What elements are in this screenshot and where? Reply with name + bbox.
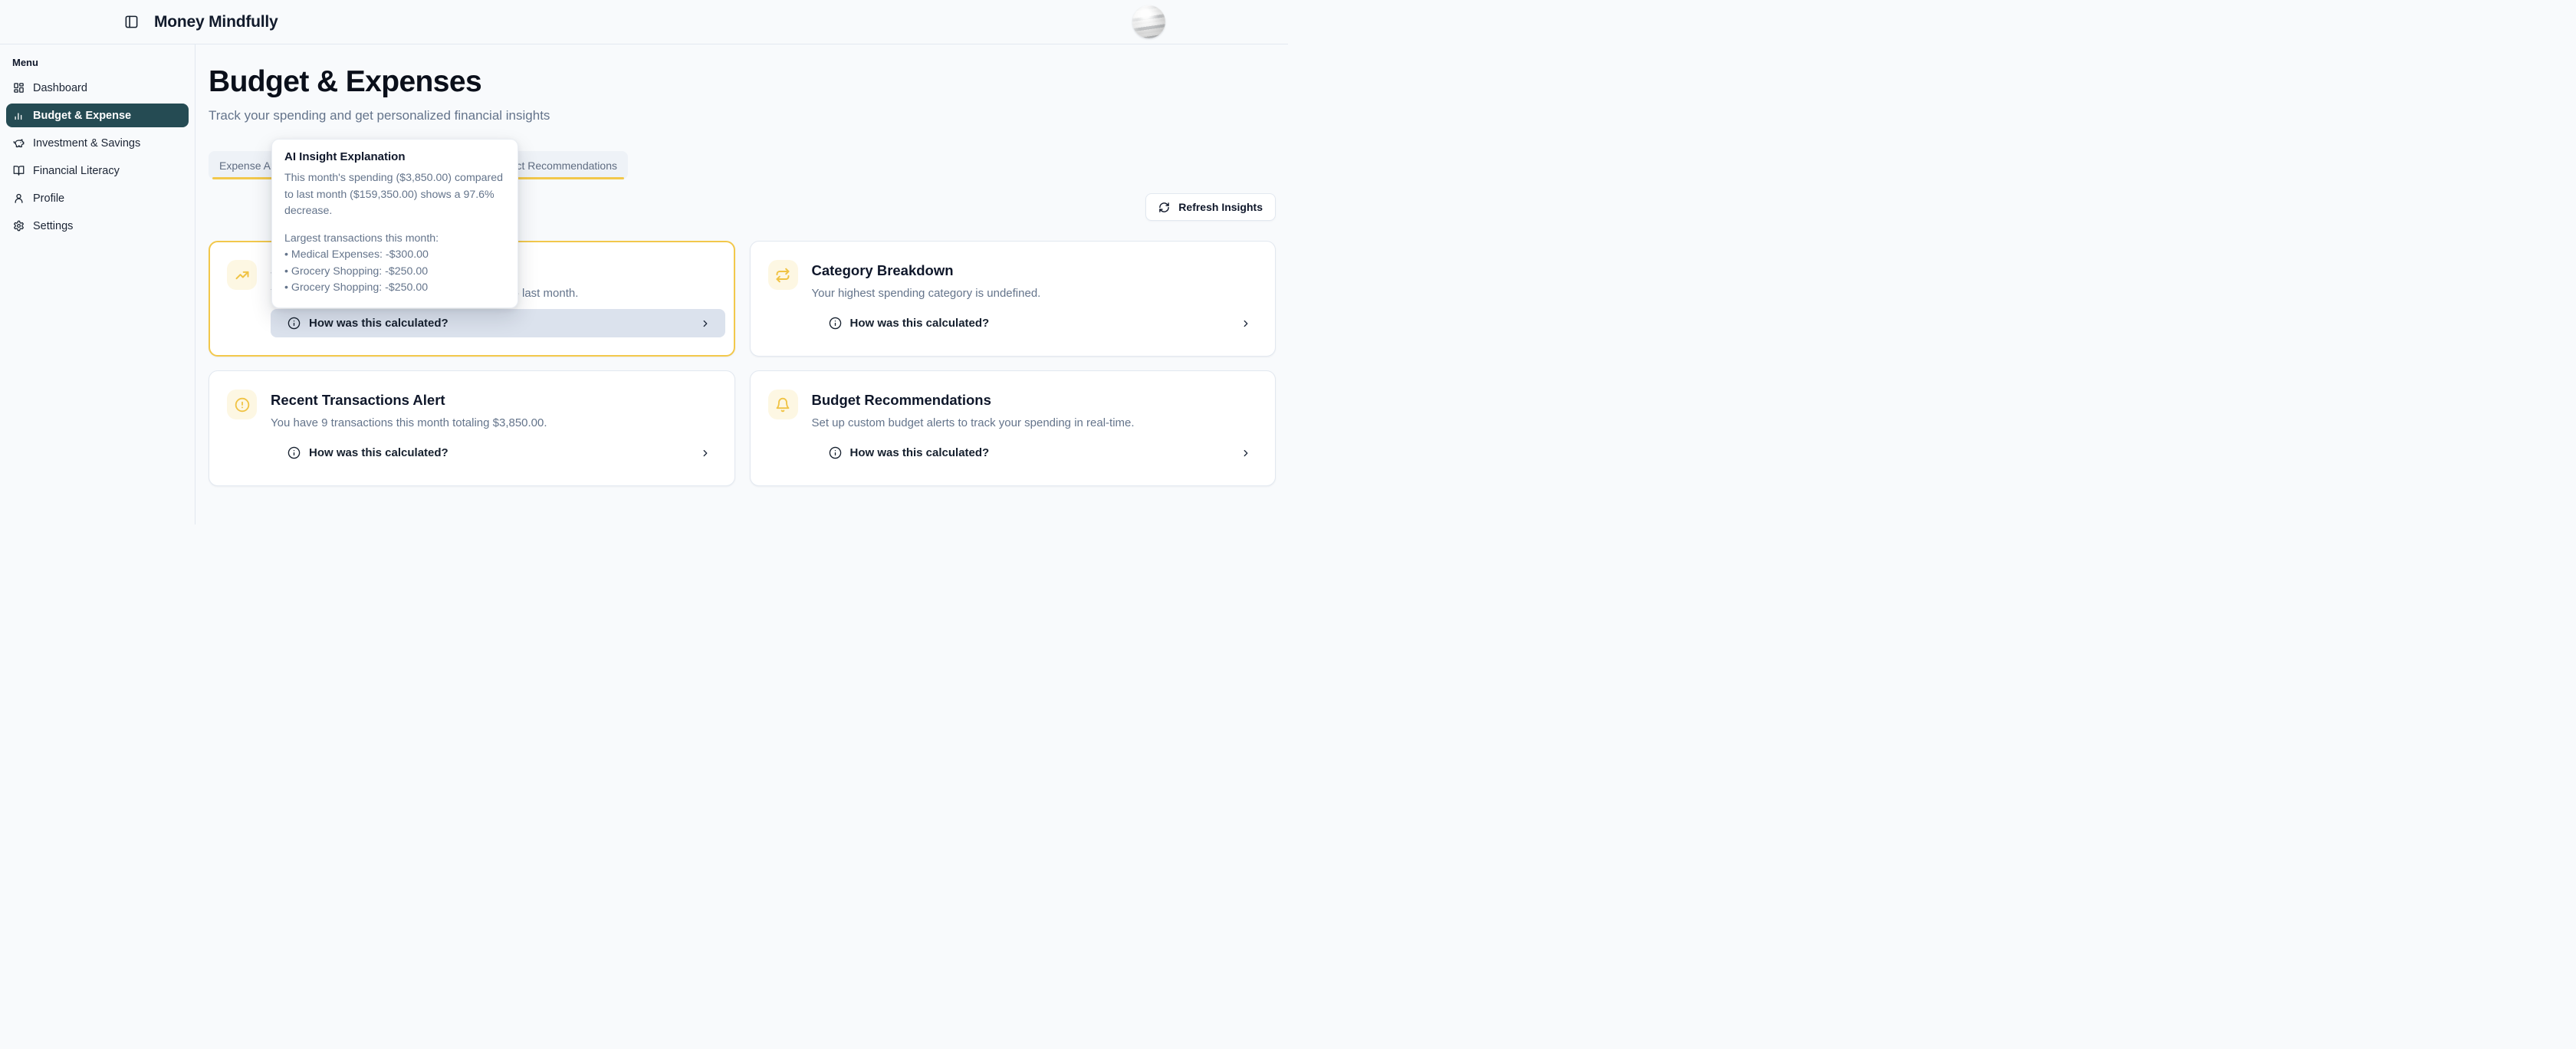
how-calculated-button[interactable]: How was this calculated?: [812, 309, 1267, 337]
sidebar-item-financial-literacy[interactable]: Financial Literacy: [6, 159, 189, 183]
refresh-icon: [1158, 202, 1170, 213]
trending-up-icon: [227, 260, 257, 290]
sidebar-item-settings[interactable]: Settings: [6, 214, 189, 238]
how-calculated-label: How was this calculated?: [309, 317, 449, 330]
tooltip-body-line: This month's spending ($3,850.00) compar…: [284, 170, 505, 187]
tooltip-transactions-line: • Grocery Shopping: -$250.00: [284, 264, 505, 281]
gear-icon: [13, 220, 25, 232]
refresh-insights-button[interactable]: Refresh Insights: [1145, 193, 1276, 221]
tooltip-transactions-line: • Medical Expenses: -$300.00: [284, 247, 505, 264]
card-budget-recommendations: Budget Recommendations Set up custom bud…: [750, 370, 1276, 486]
tooltip-body-line: decrease.: [284, 203, 505, 220]
how-calculated-button[interactable]: How was this calculated?: [812, 439, 1267, 467]
sidebar-item-investment-savings[interactable]: Investment & Savings: [6, 131, 189, 155]
sidebar-item-label: Financial Literacy: [33, 165, 120, 177]
book-open-icon: [13, 165, 25, 176]
card-description: You have 9 transactions this month total…: [271, 416, 717, 431]
info-icon: [829, 446, 842, 459]
how-calculated-label: How was this calculated?: [850, 446, 990, 459]
avatar[interactable]: [1132, 5, 1165, 38]
chevron-right-icon: [700, 448, 711, 459]
sidebar-item-label: Profile: [33, 192, 64, 205]
chevron-right-icon: [1240, 318, 1251, 329]
info-icon: [288, 446, 301, 459]
card-title: Recent Transactions Alert: [271, 390, 717, 411]
card-description: Set up custom budget alerts to track you…: [812, 416, 1258, 431]
tooltip-transactions-line: • Grocery Shopping: -$250.00: [284, 280, 505, 297]
how-calculated-button[interactable]: How was this calculated?: [271, 439, 725, 467]
sidebar-item-profile[interactable]: Profile: [6, 186, 189, 210]
page-subtitle: Track your spending and get personalized…: [209, 107, 1276, 124]
app-title: Money Mindfully: [154, 13, 278, 31]
how-calculated-label: How was this calculated?: [309, 446, 449, 459]
app-header: Money Mindfully: [0, 0, 1288, 44]
page-title: Budget & Expenses: [209, 63, 1276, 101]
how-calculated-label: How was this calculated?: [850, 317, 990, 330]
main-content: Budget & Expenses Track your spending an…: [196, 44, 1288, 524]
card-category-breakdown: Category Breakdown Your highest spending…: [750, 241, 1276, 357]
card-description: Your highest spending category is undefi…: [812, 286, 1258, 301]
info-icon: [829, 317, 842, 330]
sidebar-toggle-button[interactable]: [123, 13, 140, 31]
sidebar: Menu Dashboard Budget & Expense Investme…: [0, 44, 196, 524]
info-icon: [288, 317, 301, 330]
tooltip-body-line: to last month ($159,350.00) shows a 97.6…: [284, 187, 505, 204]
bar-chart-icon: [13, 110, 25, 121]
sidebar-item-dashboard[interactable]: Dashboard: [6, 76, 189, 100]
card-title: Budget Recommendations: [812, 390, 1258, 411]
card-title: Category Breakdown: [812, 260, 1258, 281]
chevron-right-icon: [1240, 448, 1251, 459]
sidebar-item-label: Investment & Savings: [33, 137, 140, 150]
piggy-bank-icon: [13, 137, 25, 149]
how-calculated-button[interactable]: How was this calculated?: [271, 309, 725, 337]
refresh-insights-label: Refresh Insights: [1178, 201, 1263, 213]
sidebar-item-label: Budget & Expense: [33, 110, 131, 122]
sidebar-item-label: Settings: [33, 220, 73, 232]
panel-left-icon: [124, 15, 139, 29]
repeat-icon: [768, 260, 798, 290]
tooltip-title: AI Insight Explanation: [284, 150, 505, 163]
sidebar-item-label: Dashboard: [33, 82, 87, 94]
chevron-right-icon: [700, 318, 711, 329]
tooltip-transactions-line: Largest transactions this month:: [284, 231, 505, 248]
sidebar-item-budget-expense[interactable]: Budget & Expense: [6, 104, 189, 127]
ai-insight-tooltip: AI Insight Explanation This month's spen…: [271, 139, 518, 308]
alert-circle-icon: [227, 390, 257, 419]
user-icon: [13, 192, 25, 204]
sidebar-section-label: Menu: [12, 57, 195, 68]
card-recent-transactions-alert: Recent Transactions Alert You have 9 tra…: [209, 370, 735, 486]
bell-icon: [768, 390, 798, 419]
layout-dashboard-icon: [13, 82, 25, 94]
